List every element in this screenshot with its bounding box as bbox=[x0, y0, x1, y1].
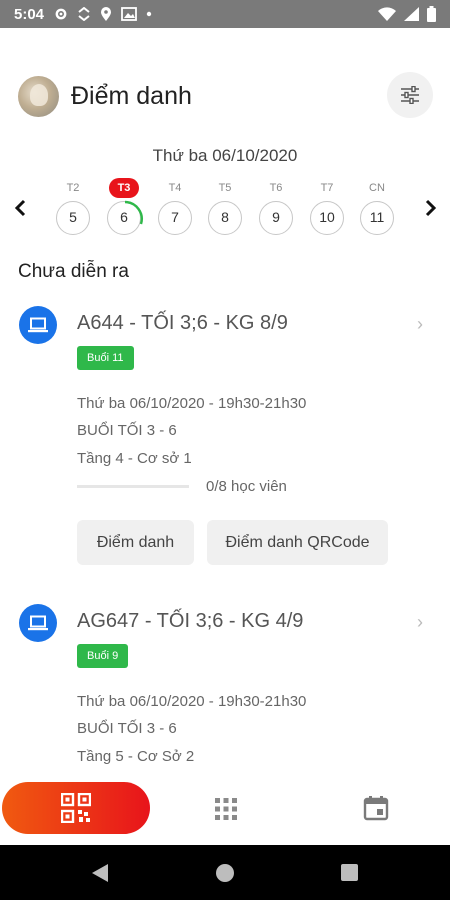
day-item-sat[interactable]: T7 10 bbox=[307, 178, 347, 235]
attendance-count: 0/8 học viên bbox=[206, 478, 287, 495]
app-header: Điểm danh bbox=[0, 70, 450, 126]
filter-sliders-icon bbox=[401, 86, 419, 104]
day-name: CN bbox=[369, 182, 385, 194]
dot-icon bbox=[146, 11, 152, 17]
day-item-mon[interactable]: T2 5 bbox=[53, 178, 93, 235]
battery-icon bbox=[427, 6, 436, 22]
chevron-left-icon bbox=[14, 199, 26, 217]
day-item-thu[interactable]: T5 8 bbox=[205, 178, 245, 235]
class-card[interactable]: AG647 - TỐI 3;6 - KG 4/9 › Buổi 9 Thứ ba… bbox=[0, 604, 450, 774]
grid-menu-button[interactable] bbox=[214, 797, 238, 821]
day-number: 10 bbox=[310, 201, 344, 235]
chevron-right-icon bbox=[425, 199, 437, 217]
status-bar: 5:04 bbox=[0, 0, 450, 28]
qr-code-icon bbox=[61, 793, 91, 823]
day-number: 8 bbox=[208, 201, 242, 235]
recent-apps-icon[interactable] bbox=[341, 864, 358, 881]
location-icon bbox=[101, 6, 112, 21]
class-icon bbox=[19, 306, 57, 344]
status-time: 5:04 bbox=[14, 5, 45, 23]
laptop-icon bbox=[28, 317, 48, 333]
system-navigation-bar bbox=[0, 845, 450, 900]
class-location: Tầng 4 - Cơ sở 1 bbox=[77, 450, 192, 467]
day-item-tue[interactable]: T3 6 bbox=[104, 178, 144, 235]
settings-icon bbox=[55, 8, 67, 20]
next-week-button[interactable] bbox=[419, 196, 443, 220]
chevron-right-icon[interactable]: › bbox=[417, 612, 423, 633]
class-name: A644 - TỐI 3;6 - KG 8/9 bbox=[77, 312, 288, 334]
week-picker: T2 5 T3 6 T4 7 T5 8 T6 9 T7 10 CN 11 bbox=[0, 178, 450, 244]
wifi-icon bbox=[378, 7, 396, 21]
page-title: Điểm danh bbox=[71, 82, 192, 110]
session-badge: Buổi 11 bbox=[77, 346, 134, 370]
class-card[interactable]: A644 - TỐI 3;6 - KG 8/9 › Buổi 11 Thứ ba… bbox=[0, 306, 450, 576]
day-name: T7 bbox=[320, 182, 334, 194]
class-schedule: Thứ ba 06/10/2020 - 19h30-21h30 bbox=[77, 693, 307, 710]
laptop-icon bbox=[28, 615, 48, 631]
class-schedule: Thứ ba 06/10/2020 - 19h30-21h30 bbox=[77, 395, 307, 412]
attendance-button[interactable]: Điểm danh bbox=[77, 520, 194, 565]
day-item-fri[interactable]: T6 9 bbox=[256, 178, 296, 235]
class-icon bbox=[19, 604, 57, 642]
class-shift: BUỔI TỐI 3 - 6 bbox=[77, 422, 177, 439]
qr-scan-button[interactable] bbox=[2, 782, 150, 834]
day-name: T3 bbox=[109, 178, 139, 198]
class-name: AG647 - TỐI 3;6 - KG 4/9 bbox=[77, 610, 304, 632]
class-shift: BUỔI TỐI 3 - 6 bbox=[77, 720, 177, 737]
class-location: Tầng 5 - Cơ Sở 2 bbox=[77, 748, 195, 765]
home-icon[interactable] bbox=[216, 864, 234, 882]
day-progress-arc bbox=[124, 200, 143, 225]
day-number: 11 bbox=[360, 201, 394, 235]
chevron-right-icon[interactable]: › bbox=[417, 314, 423, 335]
session-badge: Buổi 9 bbox=[77, 644, 129, 668]
day-name: T5 bbox=[218, 182, 232, 194]
day-name: T4 bbox=[168, 182, 182, 194]
filter-button[interactable] bbox=[387, 72, 433, 118]
image-icon bbox=[121, 7, 137, 21]
day-item-wed[interactable]: T4 7 bbox=[155, 178, 195, 235]
day-number: 9 bbox=[259, 201, 293, 235]
calendar-button[interactable] bbox=[363, 795, 389, 821]
attendance-qrcode-button[interactable]: Điểm danh QRCode bbox=[207, 520, 388, 565]
section-title: Chưa diễn ra bbox=[18, 261, 129, 282]
day-name: T6 bbox=[269, 182, 283, 194]
day-number: 5 bbox=[56, 201, 90, 235]
day-number-selected: 6 bbox=[107, 200, 143, 235]
previous-week-button[interactable] bbox=[8, 196, 32, 220]
signal-icon bbox=[404, 7, 419, 21]
attendance-progress-bar bbox=[77, 485, 189, 488]
day-name: T2 bbox=[66, 182, 80, 194]
back-icon[interactable] bbox=[91, 863, 109, 883]
day-item-sun[interactable]: CN 11 bbox=[357, 178, 397, 235]
grid-icon bbox=[215, 798, 237, 820]
sync-icon bbox=[78, 7, 90, 21]
avatar[interactable] bbox=[18, 76, 59, 117]
day-number: 7 bbox=[158, 201, 192, 235]
selected-date-title: Thứ ba 06/10/2020 bbox=[152, 146, 298, 165]
bottom-navigation bbox=[0, 775, 450, 845]
calendar-icon bbox=[363, 796, 389, 821]
